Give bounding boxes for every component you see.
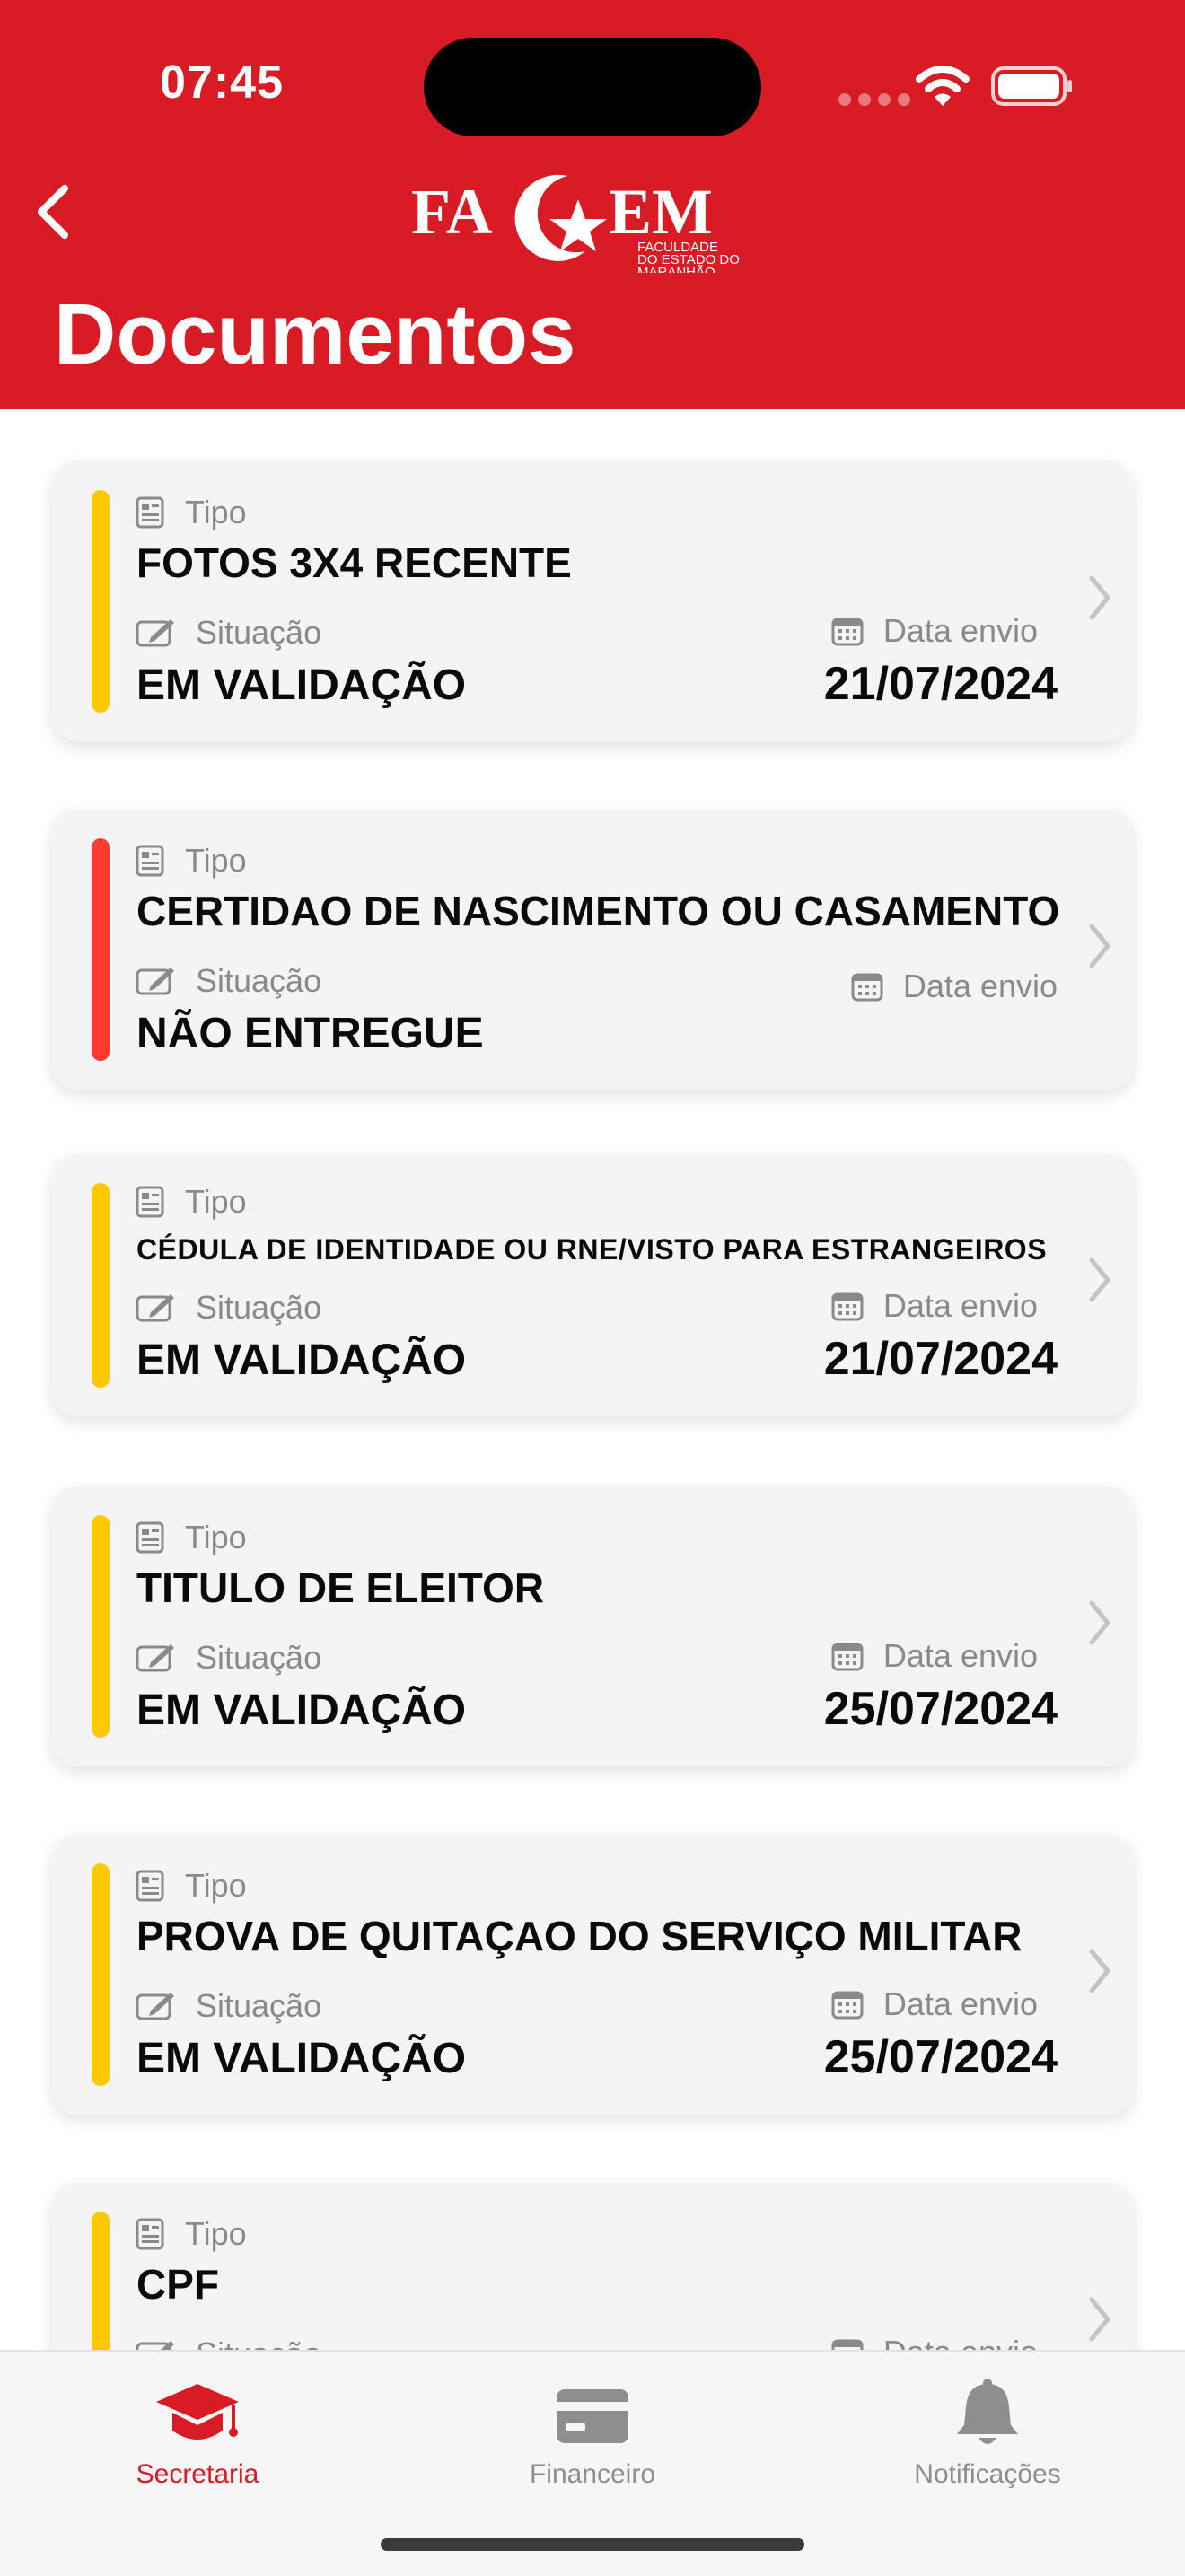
document-card[interactable]: Tipo FOTOS 3X4 RECENTE Situação EM VALID…	[52, 461, 1133, 741]
cellular-signal-icon	[838, 93, 910, 106]
svg-text:FA: FA	[411, 176, 493, 248]
tab-financeiro[interactable]: Financeiro	[458, 2368, 727, 2520]
status-indicator	[92, 1863, 110, 2086]
document-status: EM VALIDAÇÃO	[136, 2035, 467, 2082]
wifi-icon	[916, 66, 970, 106]
document-type: FOTOS 3X4 RECENTE	[136, 539, 572, 586]
app-header: 07:45 FA EM FACULDADE DO ESTADO DO MARAN…	[0, 0, 1185, 409]
edit-icon	[136, 1644, 174, 1672]
situacao-label: Situação	[196, 1987, 322, 2024]
document-card[interactable]: Tipo CPF Situação Data envio	[52, 2183, 1133, 2350]
tipo-label: Tipo	[185, 494, 247, 530]
edit-icon	[136, 1294, 174, 1322]
document-card[interactable]: Tipo CERTIDAO DE NASCIMENTO OU CASAMENTO…	[52, 810, 1133, 1090]
chevron-right-icon	[1089, 1949, 1110, 1993]
graduation-cap-icon	[156, 2384, 239, 2440]
data-envio-label: Data envio	[882, 1287, 1038, 1324]
tipo-label: Tipo	[185, 1519, 247, 1555]
page-title: Documentos	[54, 286, 576, 382]
data-envio-label: Data envio	[882, 1637, 1038, 1674]
document-type: CERTIDAO DE NASCIMENTO OU CASAMENTO	[136, 888, 1060, 934]
document-type-icon	[136, 845, 164, 877]
back-button[interactable]	[27, 176, 81, 248]
document-card[interactable]: Tipo PROVA DE QUITAÇAO DO SERVIÇO MILITA…	[52, 1835, 1133, 2115]
tab-label: Notificações	[914, 2459, 1061, 2489]
calendar-icon	[851, 973, 883, 1002]
document-type-icon	[136, 1521, 164, 1554]
situacao-label: Situação	[196, 614, 322, 651]
document-card[interactable]: Tipo CÉDULA DE IDENTIDADE OU RNE/VISTO P…	[52, 1154, 1133, 1416]
situacao-label: Situação	[196, 962, 322, 999]
document-type-icon	[136, 496, 164, 529]
credit-card-icon	[557, 2389, 628, 2443]
status-indicator	[92, 1183, 110, 1388]
documents-list[interactable]: Tipo FOTOS 3X4 RECENTE Situação EM VALID…	[0, 409, 1185, 2350]
data-envio-label: Data envio	[882, 612, 1038, 649]
chevron-right-icon	[1089, 575, 1110, 620]
document-status: EM VALIDAÇÃO	[136, 662, 467, 709]
status-indicator	[92, 1515, 110, 1738]
calendar-icon	[831, 1643, 864, 1671]
tipo-label: Tipo	[185, 1867, 247, 1904]
data-envio-label: Data envio	[883, 2334, 1038, 2350]
document-card[interactable]: Tipo TITULO DE ELEITOR Situação EM VALID…	[52, 1486, 1133, 1766]
status-indicator	[92, 490, 110, 713]
svg-text:MARANHÃO: MARANHÃO	[637, 265, 715, 273]
edit-icon	[136, 968, 174, 995]
tab-notificacoes[interactable]: Notificações	[853, 2368, 1122, 2520]
document-type-icon	[136, 1186, 164, 1218]
situacao-label: Situação	[196, 2335, 321, 2350]
tipo-label: Tipo	[185, 1183, 247, 1220]
bell-icon	[957, 2379, 1018, 2444]
data-envio-label: Data envio	[902, 968, 1058, 1004]
chevron-right-icon	[1089, 1600, 1110, 1645]
document-date: 21/07/2024	[823, 658, 1058, 710]
facem-logo: FA EM FACULDADE DO ESTADO DO MARANHÃO	[411, 174, 740, 273]
home-indicator	[381, 2538, 804, 2551]
status-indicator	[92, 2212, 110, 2350]
chevron-right-icon	[1089, 2297, 1110, 2342]
tab-label: Secretaria	[136, 2459, 259, 2489]
calendar-icon	[831, 1292, 864, 1321]
document-type: CÉDULA DE IDENTIDADE OU RNE/VISTO PARA E…	[136, 1233, 1048, 1266]
status-time: 07:45	[160, 57, 284, 109]
document-type: CPF	[136, 2261, 219, 2308]
edit-icon	[136, 619, 174, 647]
document-type: TITULO DE ELEITOR	[136, 1564, 545, 1611]
document-status: NÃO ENTREGUE	[136, 1010, 484, 1057]
calendar-icon	[831, 1991, 864, 2020]
dynamic-island	[424, 38, 761, 136]
tipo-label: Tipo	[185, 842, 247, 879]
document-date: 25/07/2024	[823, 1683, 1058, 1735]
tipo-label: Tipo	[185, 2215, 247, 2252]
situacao-label: Situação	[196, 1289, 322, 1326]
calendar-icon	[831, 618, 864, 646]
edit-icon	[136, 1993, 174, 2020]
tab-bar: Secretaria Financeiro Notificações	[0, 2350, 1185, 2576]
status-indicator	[92, 838, 110, 1061]
data-envio-label: Data envio	[882, 1985, 1038, 2022]
document-status: EM VALIDAÇÃO	[136, 1687, 467, 1734]
document-date: 25/07/2024	[823, 2031, 1058, 2083]
calendar-icon	[831, 2339, 864, 2350]
document-date: 21/07/2024	[823, 1333, 1058, 1385]
document-type-icon	[136, 2218, 164, 2250]
edit-icon	[136, 2341, 174, 2350]
document-status: EM VALIDAÇÃO	[136, 1336, 467, 1384]
tab-secretaria[interactable]: Secretaria	[63, 2368, 332, 2520]
document-type: PROVA DE QUITAÇAO DO SERVIÇO MILITAR	[136, 1913, 1023, 1959]
svg-text:EM: EM	[609, 176, 713, 248]
tab-label: Financeiro	[529, 2459, 656, 2489]
situacao-label: Situação	[196, 1639, 322, 1676]
document-type-icon	[136, 1870, 164, 1902]
chevron-right-icon	[1089, 924, 1110, 968]
battery-icon	[991, 66, 1072, 106]
chevron-right-icon	[1089, 1257, 1110, 1302]
